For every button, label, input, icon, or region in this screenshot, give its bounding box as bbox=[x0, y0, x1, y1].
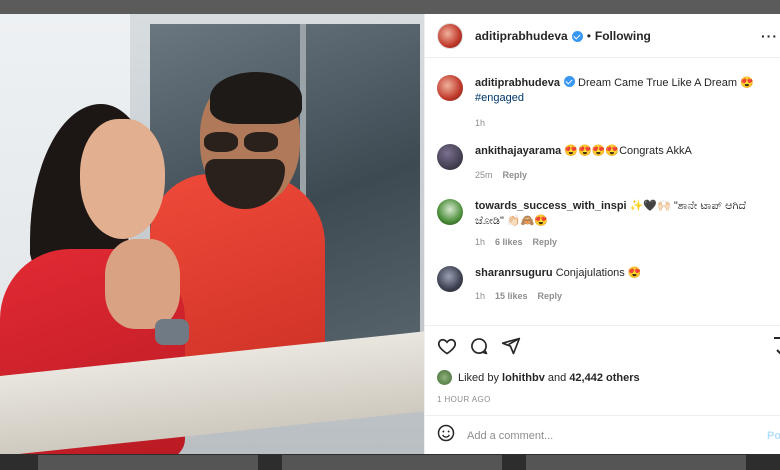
comment-text: 😍😍😍😍Congrats AkkA bbox=[564, 145, 692, 157]
comment-time[interactable]: 1h bbox=[475, 291, 485, 301]
verified-icon bbox=[571, 31, 583, 42]
likes-summary: Liked by lohithbv and 42,442 others bbox=[437, 370, 640, 385]
post-photo[interactable] bbox=[0, 14, 424, 454]
background-thumbnail bbox=[38, 455, 258, 470]
share-icon[interactable] bbox=[501, 336, 521, 361]
caption-emoji: 😍 bbox=[740, 77, 754, 89]
reply-button[interactable]: Reply bbox=[538, 291, 563, 301]
comment-icon[interactable] bbox=[469, 336, 489, 361]
author-avatar[interactable] bbox=[437, 75, 463, 101]
background-header bbox=[0, 0, 780, 14]
background-thumbnail bbox=[526, 455, 746, 470]
comment-item: sharanrsuguru Conjajulations 😍 1h 15 like… bbox=[437, 266, 775, 301]
photo-hands bbox=[105, 239, 180, 329]
comments-list[interactable]: aditiprabhudeva Dream Came True Like A D… bbox=[425, 59, 780, 325]
bookmark-icon[interactable] bbox=[773, 336, 780, 361]
commenter-username[interactable]: ankithajayarama bbox=[475, 145, 561, 157]
post-modal: aditiprabhudeva • Following ··· aditipra… bbox=[0, 14, 780, 454]
commenter-username[interactable]: towards_success_with_inspi bbox=[475, 200, 627, 212]
commenter-avatar[interactable] bbox=[437, 266, 463, 292]
comment-time[interactable]: 25m bbox=[475, 170, 493, 180]
add-comment-bar: Po bbox=[425, 415, 780, 455]
caption-username[interactable]: aditiprabhudeva bbox=[475, 77, 560, 89]
author-avatar[interactable] bbox=[437, 22, 463, 49]
following-button[interactable]: Following bbox=[595, 29, 651, 43]
heart-icon[interactable] bbox=[437, 336, 457, 361]
liker-username[interactable]: lohithbv bbox=[502, 372, 545, 384]
caption-time[interactable]: 1h bbox=[475, 118, 485, 128]
hashtag-link[interactable]: #engaged bbox=[475, 92, 524, 104]
commenter-avatar[interactable] bbox=[437, 199, 463, 225]
photo-man-hair bbox=[210, 72, 302, 124]
commenter-username[interactable]: sharanrsuguru bbox=[475, 267, 553, 279]
comment-item: ankithajayarama 😍😍😍😍Congrats AkkA 25m Rep… bbox=[437, 144, 775, 180]
author-username[interactable]: aditiprabhudeva bbox=[475, 29, 568, 43]
more-options-icon[interactable]: ··· bbox=[761, 28, 778, 44]
comment-input[interactable] bbox=[467, 429, 737, 442]
post-comment-button[interactable]: Po bbox=[767, 430, 780, 442]
photo-sunglasses bbox=[200, 132, 282, 152]
post-side-panel: aditiprabhudeva • Following ··· aditipra… bbox=[424, 14, 780, 454]
like-count[interactable]: 15 likes bbox=[495, 291, 528, 301]
post-actions: Liked by lohithbv and 42,442 others 1 HO… bbox=[425, 325, 780, 443]
caption-text: Dream Came True Like A Dream bbox=[578, 77, 737, 89]
verified-icon bbox=[563, 76, 575, 87]
likes-count[interactable]: 42,442 others bbox=[569, 372, 639, 384]
reply-button[interactable]: Reply bbox=[533, 237, 558, 247]
liked-by-label: Liked by bbox=[458, 371, 499, 384]
comment-text: Conjajulations 😍 bbox=[555, 267, 642, 279]
likes-and-label: and bbox=[547, 371, 567, 384]
post-header: aditiprabhudeva • Following ··· bbox=[425, 14, 780, 58]
liker-avatar[interactable] bbox=[437, 370, 452, 385]
separator-dot: • bbox=[586, 28, 591, 43]
comment-item: towards_success_with_inspi ✨🖤🙌🏻 "ಶಾನೇ ಟಾ… bbox=[437, 199, 775, 247]
photo-woman-face bbox=[80, 119, 165, 239]
emoji-icon[interactable] bbox=[437, 424, 455, 447]
comment-time[interactable]: 1h bbox=[475, 237, 485, 247]
reply-button[interactable]: Reply bbox=[503, 170, 528, 180]
post-timestamp[interactable]: 1 HOUR AGO bbox=[437, 395, 491, 404]
commenter-avatar[interactable] bbox=[437, 144, 463, 170]
photo-watch bbox=[155, 319, 189, 345]
like-count[interactable]: 6 likes bbox=[495, 237, 523, 247]
caption: aditiprabhudeva Dream Came True Like A D… bbox=[437, 75, 775, 128]
background-thumbnail bbox=[282, 455, 502, 470]
